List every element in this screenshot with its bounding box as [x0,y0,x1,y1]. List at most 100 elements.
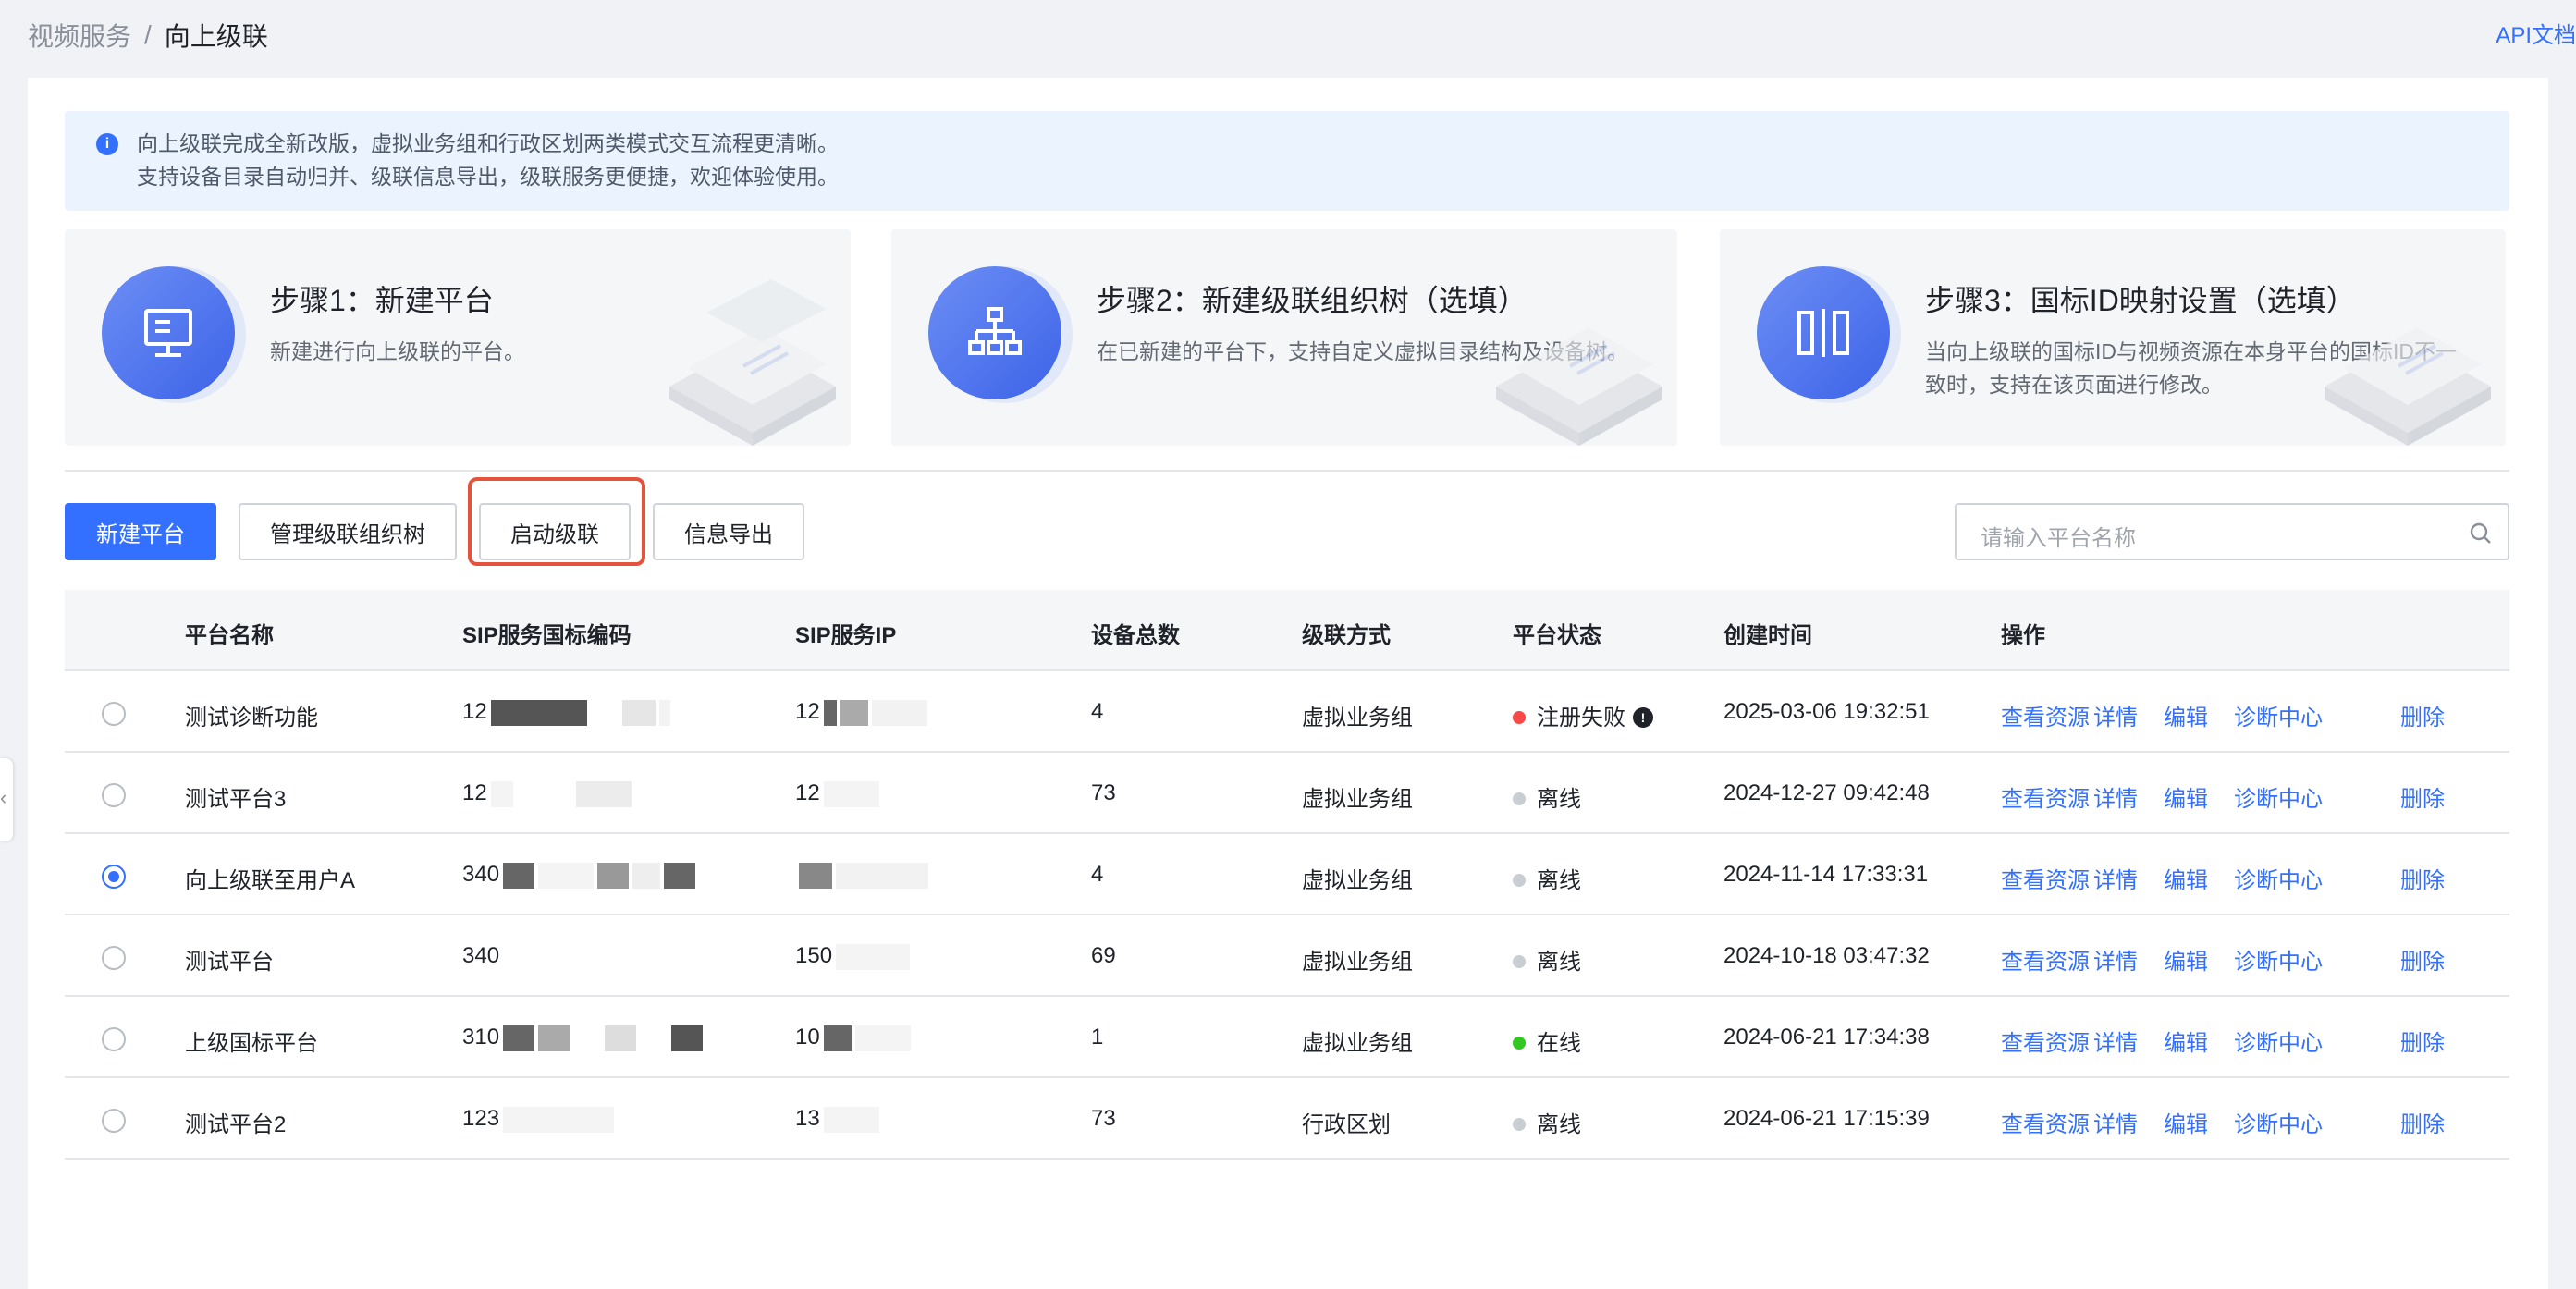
sip-ip: 150 [795,943,911,970]
row-radio[interactable] [102,783,126,807]
redaction-block [503,1025,535,1051]
details-link[interactable]: 详情 [2093,862,2138,894]
device-count: 4 [1091,862,1104,887]
status-badge: 在线 [1513,1025,1581,1057]
breadcrumb: 视频服务 / 向上级联 [28,17,268,54]
table-row[interactable]: 上级国标平台 310 10 1 虚拟业务组 在线 2024-06-21 17:34:38 查看… [65,997,2509,1078]
view-resources-link[interactable]: 查看资源 [2001,1106,2090,1138]
view-resources-link[interactable]: 查看资源 [2001,943,2090,976]
edit-link[interactable]: 编辑 [2164,780,2208,813]
table-row[interactable]: 测试平台2 123 13 73 行政区划 离线 2024-06-21 17:15:39 查看资… [65,1078,2509,1160]
table-row[interactable]: 测试诊断功能 12 12 4 虚拟业务组 注册失败! 2025-03-06 19:32:51… [65,671,2509,753]
status-badge: 注册失败! [1513,699,1653,731]
sip-ip: 12 [795,699,927,726]
search-input[interactable]: 请输入平台名称 [1955,503,2509,560]
details-link[interactable]: 详情 [2093,1025,2138,1057]
redaction-block [836,943,911,970]
new-platform-button[interactable]: 新建平台 [65,503,216,560]
search-placeholder: 请输入平台名称 [1981,526,2136,551]
diagnosis-link[interactable]: 诊断中心 [2234,1025,2323,1057]
platform-name: 测试诊断功能 [185,706,318,730]
diagnosis-link[interactable]: 诊断中心 [2234,1106,2323,1138]
diagnosis-link[interactable]: 诊断中心 [2234,699,2323,731]
sip-code-text: 12 [462,699,487,724]
chevron-left-icon: ‹ [0,786,7,809]
table-header: 平台名称 SIP服务国标编码 SIP服务IP 设备总数 级联方式 平台状态 创建… [65,590,2509,671]
platform-name: 向上级联至用户A [185,868,356,893]
table-row[interactable]: 测试平台3 12 12 73 虚拟业务组 离线 2024-12-27 09:42:48 查看资… [65,753,2509,834]
redaction-block [871,699,927,726]
delete-link[interactable]: 删除 [2400,1106,2445,1138]
status-text: 在线 [1537,1031,1581,1056]
column-header: 设备总数 [1091,623,1180,648]
sip-code: 12 [462,780,632,807]
info-icon[interactable]: ! [1633,706,1653,728]
delete-link[interactable]: 删除 [2400,699,2445,731]
cascade-mode: 虚拟业务组 [1302,1031,1413,1056]
column-header: 级联方式 [1302,623,1391,648]
redaction-block [573,1025,602,1051]
view-resources-link[interactable]: 查看资源 [2001,780,2090,813]
info-notice: i 向上级联完成全新改版，虚拟业务组和行政区划两类模式交互流程更清晰。 支持设备… [65,111,2509,211]
breadcrumb-separator: / [144,20,152,49]
sip-code: 123 [462,1106,693,1133]
platform-table: 平台名称 SIP服务国标编码 SIP服务IP 设备总数 级联方式 平台状态 创建… [65,590,2509,1160]
redaction-block [490,699,587,726]
row-radio[interactable] [102,946,126,970]
document-illustration-icon [1496,327,1662,446]
redaction-block [854,1025,911,1051]
export-info-button[interactable]: 信息导出 [653,503,804,560]
delete-link[interactable]: 删除 [2400,780,2445,813]
status-badge: 离线 [1513,1106,1581,1138]
info-icon: i [96,133,118,155]
view-resources-link[interactable]: 查看资源 [2001,1025,2090,1057]
sip-ip: 10 [795,1025,911,1051]
api-docs-link[interactable]: API文档 [2496,17,2576,49]
redaction-block [538,862,595,889]
table-row[interactable]: 测试平台 340 150 69 虚拟业务组 离线 2024-10-18 03:47:32 查看… [65,915,2509,997]
redaction-block [490,780,513,807]
edit-link[interactable]: 编辑 [2164,862,2208,894]
details-link[interactable]: 详情 [2093,1106,2138,1138]
sip-code-text: 340 [462,862,500,887]
edit-link[interactable]: 编辑 [2164,943,2208,976]
breadcrumb-parent[interactable]: 视频服务 [28,17,131,54]
column-header: 操作 [2001,623,2045,648]
column-header: 平台名称 [185,623,274,648]
row-radio[interactable] [102,865,126,889]
diagnosis-link[interactable]: 诊断中心 [2234,943,2323,976]
status-dot-icon [1513,873,1526,887]
details-link[interactable]: 详情 [2093,780,2138,813]
row-radio[interactable] [102,1109,126,1133]
row-radio[interactable] [102,1027,126,1051]
details-link[interactable]: 详情 [2093,699,2138,731]
table-body: 测试诊断功能 12 12 4 虚拟业务组 注册失败! 2025-03-06 19:32:51… [65,671,2509,1160]
row-radio[interactable] [102,702,126,726]
table-row[interactable]: 向上级联至用户A 340 4 虚拟业务组 离线 2024-11-14 17:33:31 查看… [65,834,2509,915]
cascade-mode: 虚拟业务组 [1302,868,1413,893]
start-cascade-button[interactable]: 启动级联 [479,503,631,560]
manage-tree-button[interactable]: 管理级联组织树 [239,503,457,560]
details-link[interactable]: 详情 [2093,943,2138,976]
redaction-block [823,780,879,807]
device-count: 69 [1091,943,1116,968]
view-resources-link[interactable]: 查看资源 [2001,862,2090,894]
delete-link[interactable]: 删除 [2400,1025,2445,1057]
status-dot-icon [1513,1117,1526,1131]
delete-link[interactable]: 删除 [2400,862,2445,894]
search-icon[interactable] [2469,522,2493,546]
collapse-handle[interactable]: ‹ [0,758,13,841]
redaction-block [799,862,832,889]
edit-link[interactable]: 编辑 [2164,699,2208,731]
breadcrumb-current: 向上级联 [164,22,268,51]
diagnosis-link[interactable]: 诊断中心 [2234,780,2323,813]
column-header: 创建时间 [1723,623,1812,648]
edit-link[interactable]: 编辑 [2164,1106,2208,1138]
diagnosis-link[interactable]: 诊断中心 [2234,862,2323,894]
view-resources-link[interactable]: 查看资源 [2001,699,2090,731]
status-badge: 离线 [1513,862,1581,894]
edit-link[interactable]: 编辑 [2164,1025,2208,1057]
delete-link[interactable]: 删除 [2400,943,2445,976]
step-card-3: 步骤3：国标ID映射设置（选填） 当向上级联的国标ID与视频资源在本身平台的国标… [1720,229,2506,446]
redaction-block [671,1025,704,1051]
